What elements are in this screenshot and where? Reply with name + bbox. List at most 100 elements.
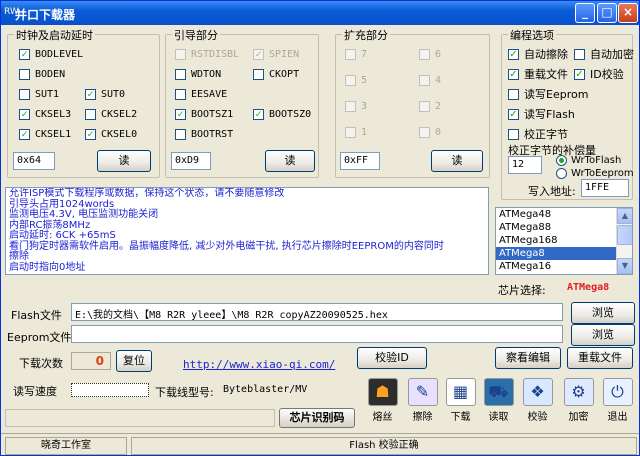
checkbox-icon[interactable]: ✓ — [253, 48, 264, 60]
prog-check-3[interactable]: ✓ ID校验 — [574, 67, 624, 81]
radio-wrtoeeprom[interactable]: WrToEeprom — [556, 168, 634, 179]
clock-read-button[interactable]: 读 — [97, 150, 151, 172]
exit-button[interactable]: ⏻ 退出 — [601, 378, 634, 426]
prog-check-6[interactable]: 校正字节 — [508, 127, 568, 141]
clock-check-cksel2[interactable]: CKSEL2 — [85, 107, 137, 121]
boot-check-spien[interactable]: ✓ SPIEN — [253, 47, 299, 61]
speed-slider[interactable] — [71, 383, 149, 397]
checkbox-icon[interactable]: ✓ — [574, 68, 585, 80]
checkbox-icon[interactable] — [345, 48, 356, 60]
checkbox-icon[interactable] — [419, 100, 430, 112]
ext-check-5[interactable]: 5 — [345, 73, 367, 87]
checkbox-icon[interactable] — [419, 48, 430, 60]
view-edit-button[interactable]: 察看编辑 — [495, 347, 561, 369]
eeprom-file-field[interactable] — [71, 325, 563, 343]
erase-button[interactable]: ✎ 擦除 — [406, 378, 439, 426]
ext-check-7[interactable]: 7 — [345, 47, 367, 61]
ext-check-3[interactable]: 3 — [345, 99, 367, 113]
info-log[interactable]: 允许ISP模式下载程序或数据，保持这个状态，请不要随意修改 引导头占用1024wo… — [5, 187, 489, 275]
clock-check-sut1[interactable]: SUT1 — [19, 87, 59, 101]
checkbox-icon[interactable] — [175, 68, 186, 80]
compensation-field[interactable]: 12 — [508, 156, 542, 174]
checkbox-icon[interactable]: ✓ — [85, 128, 96, 140]
boot-check-bootrst[interactable]: BOOTRST — [175, 127, 233, 141]
prog-check-0[interactable]: ✓ 自动擦除 — [508, 47, 568, 61]
checkbox-icon[interactable]: ✓ — [19, 48, 30, 60]
chip-identify-button[interactable]: 芯片识别码 — [279, 408, 355, 428]
scroll-up-icon[interactable]: ▲ — [617, 208, 632, 224]
read-button[interactable]: ⛟ 读取 — [482, 378, 515, 426]
download-button[interactable]: ▦ 下载 — [444, 378, 477, 426]
reload-file-button[interactable]: 重载文件 — [567, 347, 633, 369]
chip-list-item[interactable]: ATMega48 — [496, 208, 616, 221]
clock-check-cksel1[interactable]: ✓ CKSEL1 — [19, 127, 71, 141]
chip-list-item[interactable]: ATMega168 — [496, 234, 616, 247]
checkbox-icon[interactable] — [175, 88, 186, 100]
ext-check-4[interactable]: 4 — [419, 73, 441, 87]
website-link[interactable]: http://www.xiao-qi.com/ — [183, 358, 335, 371]
write-address-field[interactable]: 1FFE — [581, 179, 629, 197]
prog-check-5[interactable]: ✓ 读写Flash — [508, 107, 575, 121]
checkbox-icon[interactable]: ✓ — [19, 128, 30, 140]
fuse-button[interactable]: ☗ 熔丝 — [366, 378, 399, 426]
checkbox-icon[interactable]: ✓ — [508, 108, 519, 120]
checkbox-icon[interactable] — [85, 108, 96, 120]
checkbox-icon[interactable] — [419, 74, 430, 86]
checkbox-icon[interactable] — [508, 88, 519, 100]
checkbox-icon[interactable] — [345, 126, 356, 138]
checkbox-icon[interactable] — [175, 128, 186, 140]
checkbox-icon[interactable] — [574, 48, 585, 60]
checkbox-icon[interactable]: ✓ — [508, 48, 519, 60]
ext-value-field[interactable]: 0xFF — [340, 152, 380, 170]
ext-check-0[interactable]: 0 — [419, 125, 441, 139]
clock-check-cksel3[interactable]: ✓ CKSEL3 — [19, 107, 71, 121]
chip-list-item[interactable]: ATMega88 — [496, 221, 616, 234]
checkbox-icon[interactable] — [253, 68, 264, 80]
browse-flash-button[interactable]: 浏览 — [571, 302, 635, 324]
checkbox-icon[interactable] — [345, 100, 356, 112]
close-button[interactable]: × — [618, 3, 638, 23]
boot-check-ckopt[interactable]: CKOPT — [253, 67, 299, 81]
ext-check-1[interactable]: 1 — [345, 125, 367, 139]
radio-wrtoflash[interactable]: WrToFlash — [556, 155, 621, 166]
scroll-thumb[interactable] — [617, 225, 632, 245]
minimize-button[interactable]: _ — [575, 3, 595, 23]
prog-check-4[interactable]: 读写Eeprom — [508, 87, 588, 101]
checkbox-icon[interactable]: ✓ — [253, 108, 264, 120]
chip-list-scrollbar[interactable]: ▲ ▼ — [616, 208, 632, 274]
scroll-down-icon[interactable]: ▼ — [617, 258, 632, 274]
checkbox-icon[interactable] — [19, 88, 30, 100]
checkbox-icon[interactable]: ✓ — [508, 68, 519, 80]
ext-check-6[interactable]: 6 — [419, 47, 441, 61]
checkbox-icon[interactable] — [419, 126, 430, 138]
boot-check-rstdisbl[interactable]: RSTDISBL — [175, 47, 239, 61]
checkbox-icon[interactable] — [175, 48, 186, 60]
radio-dot[interactable] — [556, 155, 567, 166]
chip-list-item[interactable]: ATMega16 — [496, 260, 616, 273]
boot-check-wdton[interactable]: WDTON — [175, 67, 221, 81]
ext-check-2[interactable]: 2 — [419, 99, 441, 113]
clock-value-field[interactable]: 0x64 — [13, 152, 55, 170]
ext-read-button[interactable]: 读 — [431, 150, 483, 172]
maximize-button[interactable]: □ — [597, 3, 617, 23]
reset-button[interactable]: 复位 — [116, 350, 152, 372]
prog-check-2[interactable]: ✓ 重载文件 — [508, 67, 568, 81]
boot-read-button[interactable]: 读 — [265, 150, 315, 172]
checkbox-icon[interactable] — [19, 68, 30, 80]
radio-dot[interactable] — [556, 168, 567, 179]
checkbox-icon[interactable] — [508, 128, 519, 140]
encrypt-button[interactable]: ⚙ 加密 — [562, 378, 595, 426]
boot-value-field[interactable]: 0xD9 — [171, 152, 211, 170]
boot-check-bootsz0[interactable]: ✓ BOOTSZ0 — [253, 107, 311, 121]
clock-check-cksel0[interactable]: ✓ CKSEL0 — [85, 127, 137, 141]
clock-check-sut0[interactable]: ✓ SUT0 — [85, 87, 125, 101]
browse-eeprom-button[interactable]: 浏览 — [571, 324, 635, 346]
boot-check-bootsz1[interactable]: ✓ BOOTSZ1 — [175, 107, 233, 121]
checkbox-icon[interactable] — [345, 74, 356, 86]
checkbox-icon[interactable]: ✓ — [175, 108, 186, 120]
checkbox-icon[interactable]: ✓ — [85, 88, 96, 100]
chip-list[interactable]: ATMega48 ATMega88 ATMega168 ATMega8 ATMega16… — [495, 207, 633, 275]
verify-button[interactable]: ❖ 校验 — [521, 378, 554, 426]
title-bar[interactable]: RW 并口下载器 _ □ × — [1, 1, 639, 25]
chip-list-item[interactable]: ATMega8 — [496, 247, 616, 260]
